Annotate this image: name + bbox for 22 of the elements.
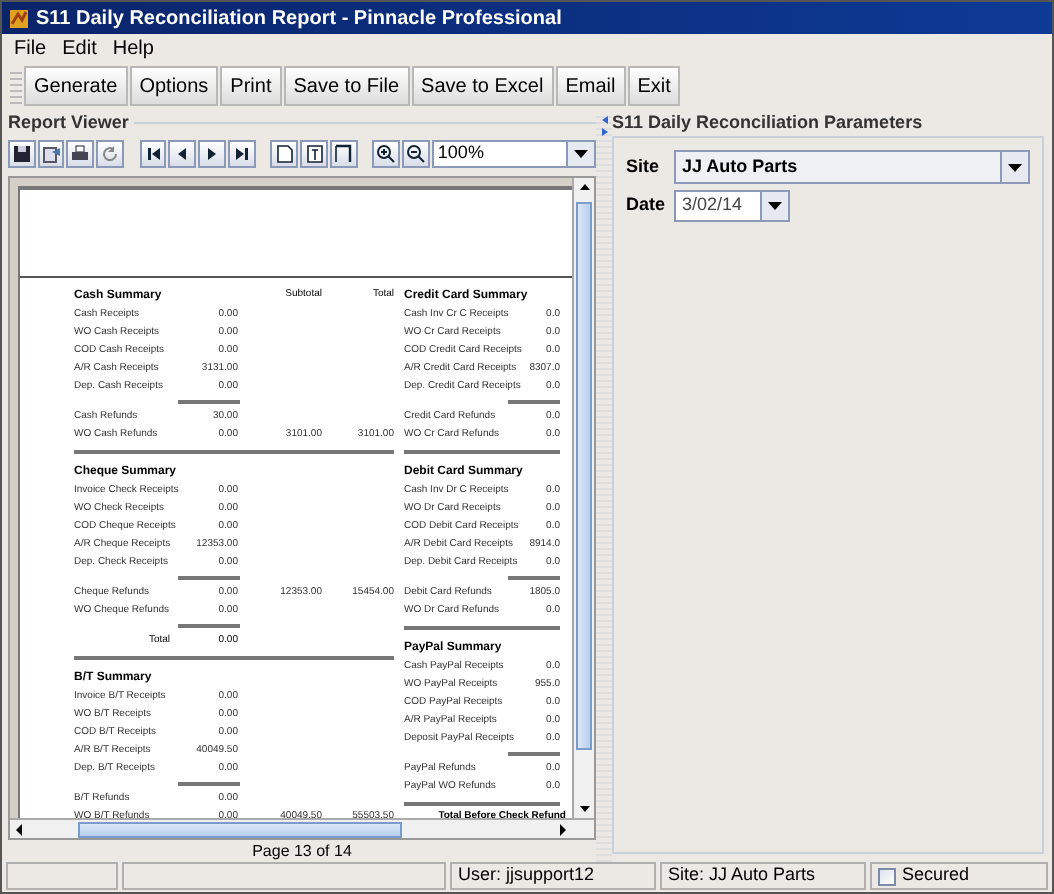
window-title: S11 Daily Reconciliation Report - Pinnacle Professional [36, 5, 562, 33]
panel-title: Report Viewer [8, 109, 129, 136]
menu-item[interactable]: File [14, 33, 47, 63]
toolbar-button[interactable]: Print [220, 66, 282, 106]
toolbar-button[interactable]: Exit [627, 66, 681, 106]
field-label: Date [626, 192, 662, 219]
zoom-select[interactable]: 100% [431, 140, 597, 168]
toolbar-button[interactable]: Save to Excel [411, 66, 554, 106]
group-title: S11 Daily Reconciliation Parameters [612, 110, 923, 137]
menu-item[interactable]: Edit [62, 33, 97, 63]
toolbar-button[interactable]: Options [129, 66, 219, 106]
toolbar-button[interactable]: Email [555, 66, 626, 106]
toolbar-button[interactable]: Generate [24, 66, 128, 106]
checkbox-label: Secured [902, 862, 970, 889]
field-label: Site [626, 153, 662, 180]
user-status: User: jjsupport12 [458, 862, 595, 889]
site-select[interactable]: JJ Auto Parts [674, 150, 1030, 184]
site-status: Site: JJ Auto Parts [668, 862, 816, 889]
page-indicator: Page 13 of 14 [252, 839, 352, 863]
menu-item[interactable]: Help [112, 33, 154, 63]
date-select[interactable]: 3/02/14 [674, 190, 790, 222]
toolbar-button[interactable]: Save to File [283, 66, 410, 106]
